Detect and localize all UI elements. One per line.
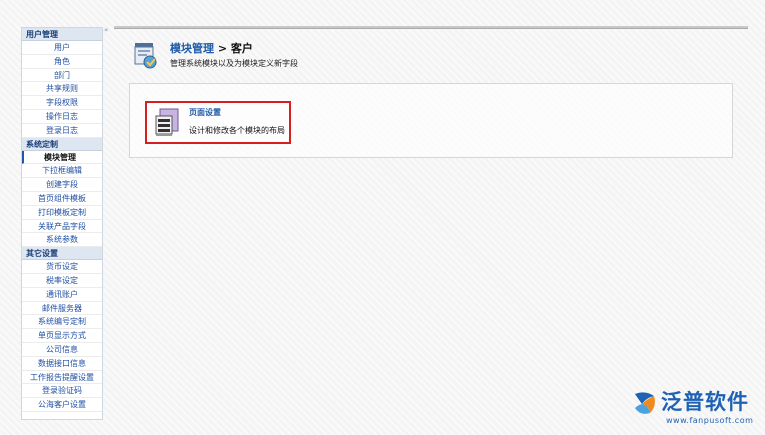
sidebar-item[interactable]: 角色 — [22, 55, 102, 69]
sidebar-item[interactable]: 工作报告提醒设置 — [22, 371, 102, 385]
page-settings-description: 设计和修改各个模块的布局 — [189, 126, 285, 135]
sidebar-item[interactable]: 税率设定 — [22, 274, 102, 288]
sidebar-item-active[interactable]: 模块管理 — [22, 150, 102, 165]
page-settings-link[interactable]: 页面设置 — [189, 107, 221, 118]
sidebar-item[interactable]: 数据接口信息 — [22, 357, 102, 371]
sidebar-item[interactable]: 关联产品字段 — [22, 220, 102, 234]
sidebar-item[interactable]: 系统参数 — [22, 233, 102, 248]
sidebar-item[interactable]: 部门 — [22, 69, 102, 83]
breadcrumb-current: > 客户 — [214, 42, 253, 55]
sidebar-section-header: 用户管理 — [22, 28, 102, 41]
sidebar-item[interactable]: 下拉框编辑 — [22, 164, 102, 179]
brand-url: www.fanpusoft.com — [666, 416, 754, 425]
sidebar-item[interactable]: 登录日志 — [22, 124, 102, 138]
breadcrumb-module-management[interactable]: 模块管理 — [170, 42, 214, 55]
top-divider — [114, 26, 748, 29]
page-settings-card[interactable]: 页面设置 设计和修改各个模块的布局 — [145, 101, 291, 144]
page-title: 模块管理 > 客户 — [170, 40, 253, 56]
sidebar-item[interactable]: 首页组件模板 — [22, 192, 102, 206]
module-manager-icon — [134, 43, 157, 69]
sidebar-item[interactable]: 公司信息 — [22, 343, 102, 357]
collapse-sidebar-icon[interactable]: « — [104, 26, 112, 34]
sidebar-item[interactable]: 字段权限 — [22, 96, 102, 110]
sidebar-item[interactable]: 登录验证码 — [22, 384, 102, 399]
settings-sidebar: 用户管理 用户 角色 部门 共享规则 字段权限 操作日志 登录日志 系统定制 模块管理 下拉框编辑创… — [21, 27, 103, 420]
sidebar-item[interactable]: 单页显示方式 — [22, 329, 102, 343]
page-description: 管理系统模块以及为模块定义新字段 — [170, 59, 298, 68]
sidebar-section-header: 其它设置 — [22, 247, 102, 261]
sidebar-item[interactable]: 邮件服务器 — [22, 302, 102, 316]
sidebar-item[interactable]: 打印模板定制 — [22, 206, 102, 220]
sidebar-item[interactable]: 通讯账户 — [22, 288, 102, 302]
sidebar-item[interactable]: 货币设定 — [22, 260, 102, 274]
sidebar-item[interactable]: 用户 — [22, 41, 102, 55]
sidebar-item[interactable]: 创建字段 — [22, 178, 102, 192]
sidebar-item[interactable]: 操作日志 — [22, 110, 102, 124]
fanpu-logo-icon — [635, 392, 655, 414]
brand-watermark: 泛普软件 www.fanpusoft.com — [632, 386, 762, 432]
page-layout-icon — [155, 108, 179, 136]
sidebar-item[interactable]: 系统编号定制 — [22, 315, 102, 330]
sidebar-item[interactable]: 共享规则 — [22, 82, 102, 97]
sidebar-item[interactable]: 公海客户设置 — [22, 398, 102, 412]
brand-name: 泛普软件 — [661, 390, 749, 414]
sidebar-section-header: 系统定制 — [22, 137, 102, 151]
